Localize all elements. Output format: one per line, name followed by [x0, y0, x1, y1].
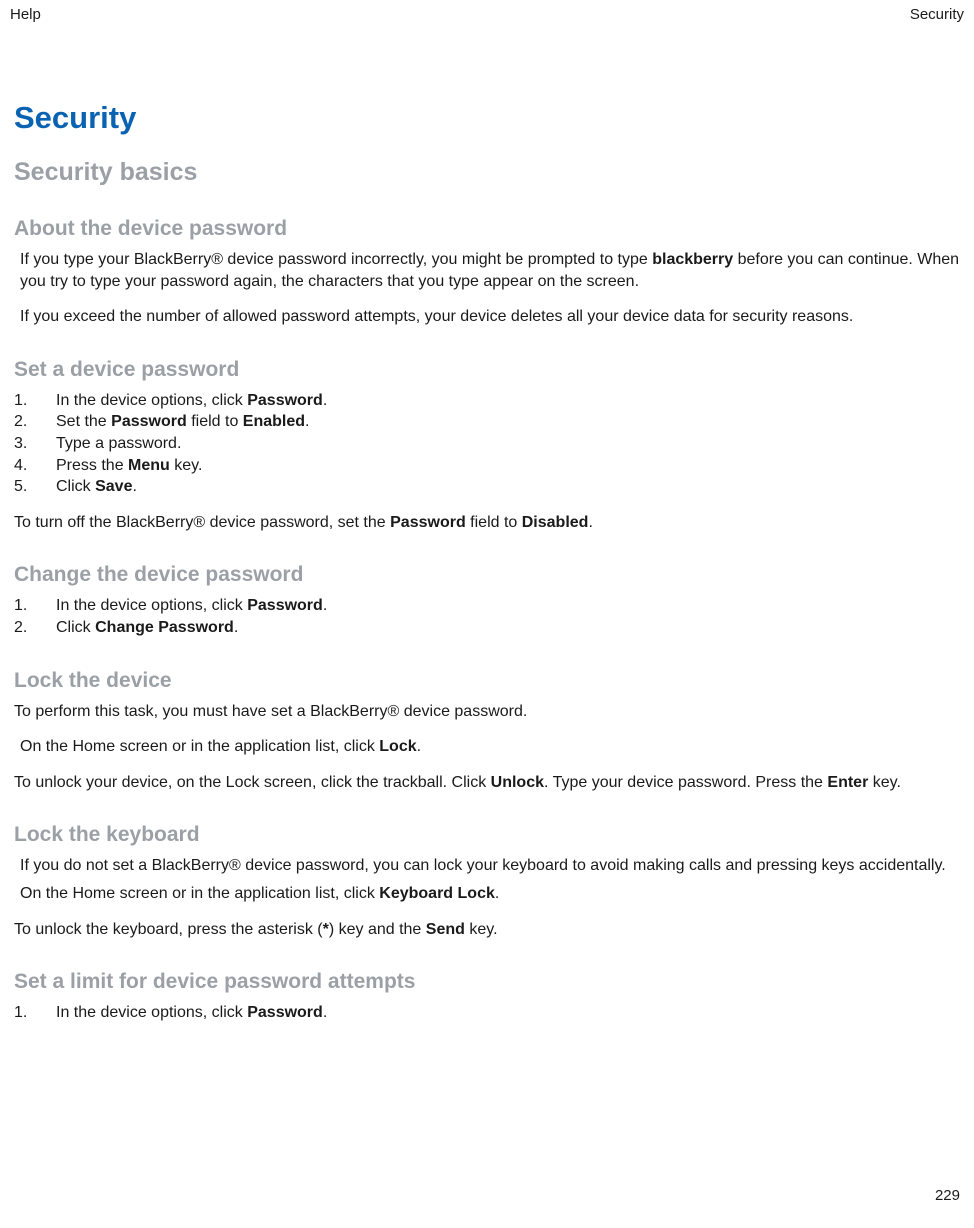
text: In the device options, click — [56, 1004, 247, 1021]
text: . — [495, 885, 499, 902]
section-subtitle: Security basics — [14, 158, 960, 187]
text: Set the — [56, 413, 111, 430]
heading-lock-keyboard: Lock the keyboard — [14, 823, 960, 847]
heading-change: Change the device password — [14, 563, 960, 587]
lock-keyboard-p3: To unlock the keyboard, press the asteri… — [14, 919, 960, 941]
text: To turn off the BlackBerry® device passw… — [14, 514, 390, 531]
set-steps: In the device options, click Password. S… — [14, 390, 960, 498]
bold-text: Lock — [379, 738, 416, 755]
text: . — [323, 597, 327, 614]
heading-limit: Set a limit for device password attempts — [14, 970, 960, 994]
bold-text: Menu — [128, 457, 170, 474]
bold-text: Save — [95, 478, 132, 495]
heading-about: About the device password — [14, 217, 960, 241]
lock-keyboard-p1: If you do not set a BlackBerry® device p… — [20, 855, 960, 877]
text: In the device options, click — [56, 597, 247, 614]
text: Type a password. — [56, 435, 181, 452]
text: . — [305, 413, 309, 430]
list-item: Type a password. — [14, 433, 960, 455]
bold-text: Change Password — [95, 619, 234, 636]
text: To unlock the keyboard, press the asteri… — [14, 921, 323, 938]
text: Click — [56, 478, 95, 495]
bold-text: Send — [426, 921, 465, 938]
bold-text: Password — [247, 1004, 323, 1021]
bold-text: Password — [390, 514, 466, 531]
lock-device-p2: On the Home screen or in the application… — [20, 736, 960, 758]
text: Click — [56, 619, 95, 636]
text: key. — [170, 457, 203, 474]
text: key. — [868, 774, 901, 791]
bold-text: Password — [247, 597, 323, 614]
text: field to — [187, 413, 243, 430]
text: key. — [465, 921, 498, 938]
text: Press the — [56, 457, 128, 474]
bold-text: Keyboard Lock — [379, 885, 495, 902]
header-left: Help — [10, 6, 41, 23]
text: . Type your device password. Press the — [544, 774, 827, 791]
text: . — [323, 1004, 327, 1021]
lock-device-p1: To perform this task, you must have set … — [14, 701, 960, 723]
bold-text: Enter — [827, 774, 868, 791]
list-item: Set the Password field to Enabled. — [14, 411, 960, 433]
bold-text: Disabled — [522, 514, 589, 531]
bold-text: Password — [111, 413, 187, 430]
lock-device-p3: To unlock your device, on the Lock scree… — [14, 772, 960, 794]
bold-text: Unlock — [491, 774, 544, 791]
bold-text: Password — [247, 392, 323, 409]
text: On the Home screen or in the application… — [20, 738, 379, 755]
heading-lock-device: Lock the device — [14, 669, 960, 693]
list-item: In the device options, click Password. — [14, 1002, 960, 1024]
page-content: Security Security basics About the devic… — [14, 100, 960, 1038]
text: On the Home screen or in the application… — [20, 885, 379, 902]
page-header: Help Security — [10, 6, 964, 23]
text: . — [132, 478, 136, 495]
heading-set: Set a device password — [14, 358, 960, 382]
text: . — [323, 392, 327, 409]
list-item: In the device options, click Password. — [14, 595, 960, 617]
text: ) key and the — [329, 921, 426, 938]
text: . — [234, 619, 238, 636]
text: In the device options, click — [56, 392, 247, 409]
about-p1: If you type your BlackBerry® device pass… — [20, 249, 960, 292]
text: To unlock your device, on the Lock scree… — [14, 774, 491, 791]
about-p2: If you exceed the number of allowed pass… — [20, 306, 960, 328]
set-after: To turn off the BlackBerry® device passw… — [14, 512, 960, 534]
list-item: Click Change Password. — [14, 617, 960, 639]
bold-text: blackberry — [652, 251, 733, 268]
lock-keyboard-p2: On the Home screen or in the application… — [20, 883, 960, 905]
list-item: Press the Menu key. — [14, 455, 960, 477]
limit-steps: In the device options, click Password. — [14, 1002, 960, 1024]
list-item: In the device options, click Password. — [14, 390, 960, 412]
bold-text: Enabled — [243, 413, 305, 430]
text: . — [588, 514, 592, 531]
text: . — [417, 738, 421, 755]
header-right: Security — [910, 6, 964, 23]
change-steps: In the device options, click Password. C… — [14, 595, 960, 638]
page-title: Security — [14, 100, 960, 136]
text: field to — [466, 514, 522, 531]
text: If you type your BlackBerry® device pass… — [20, 251, 652, 268]
page-number: 229 — [935, 1187, 960, 1204]
list-item: Click Save. — [14, 476, 960, 498]
